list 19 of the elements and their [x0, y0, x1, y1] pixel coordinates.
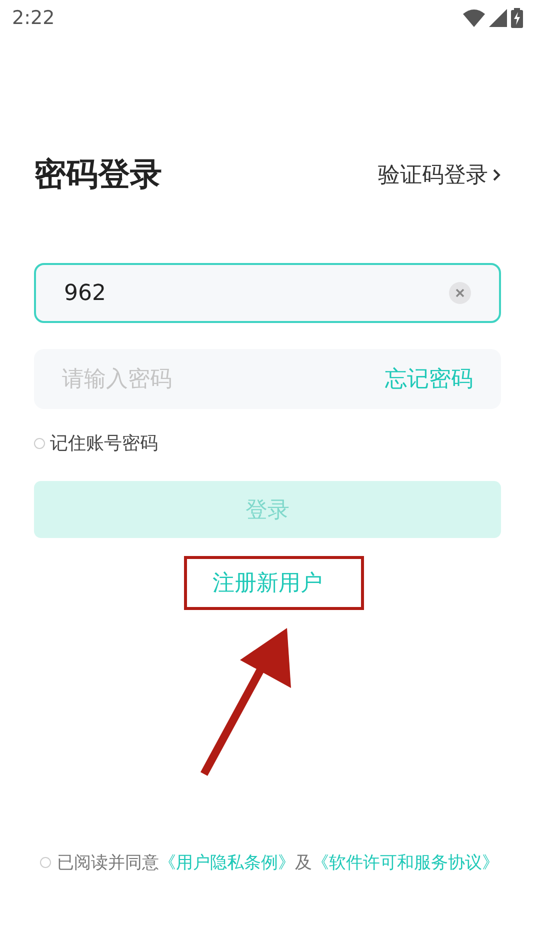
clear-icon[interactable]	[449, 282, 471, 304]
remember-radio[interactable]	[34, 438, 45, 448]
code-login-link[interactable]: 验证码登录	[378, 160, 501, 190]
account-input[interactable]: 962	[64, 280, 449, 306]
register-link[interactable]: 注册新用户	[212, 568, 322, 598]
chevron-icon	[492, 168, 501, 182]
license-link[interactable]: 《软件许可和服务协议》	[312, 851, 499, 874]
forgot-password-link[interactable]: 忘记密码	[385, 364, 473, 394]
account-field[interactable]: 962	[34, 263, 501, 323]
agreement-text: 及	[295, 852, 312, 874]
remember-label: 记住账号密码	[50, 432, 158, 455]
privacy-link[interactable]: 《用户隐私条例》	[159, 851, 295, 874]
agreement-text: 已阅读并同意	[57, 852, 159, 874]
status-time: 2:22	[12, 7, 55, 29]
battery-icon	[511, 8, 523, 28]
wifi-icon	[463, 9, 485, 27]
page-title: 密码登录	[34, 154, 162, 195]
agree-radio[interactable]	[40, 857, 51, 868]
signal-icon	[489, 9, 507, 27]
